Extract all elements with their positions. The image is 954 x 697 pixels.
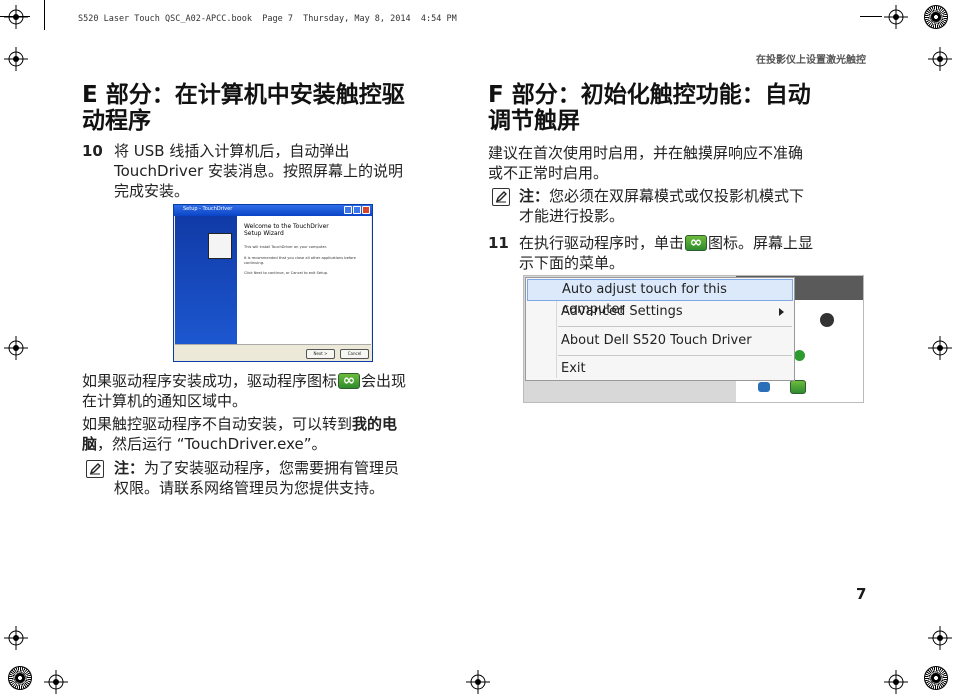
- close-icon: [362, 206, 370, 214]
- menu-separator: [558, 355, 792, 356]
- context-menu-screenshot: Auto adjust touch for this computer Adva…: [523, 275, 864, 403]
- page-number: 7: [856, 585, 867, 603]
- step-11-text: 在执行驱动程序时，单击图标。屏幕上显 示下面的菜单。: [519, 232, 869, 273]
- color-dial-icon: [8, 666, 32, 690]
- registration-mark-icon: [4, 626, 28, 650]
- touch-driver-tray-icon: [790, 380, 806, 394]
- wizard-next-button: Next >: [306, 349, 335, 359]
- right-note: 注：您必须在双屏幕模式或仅投影机模式下 才能进行投影。: [519, 187, 805, 225]
- step-number: 10: [82, 142, 103, 160]
- registration-mark-icon: [928, 626, 952, 650]
- touch-driver-tray-icon: [338, 370, 361, 390]
- section-e-heading: E 部分：在计算机中安装触控驱 动程序: [82, 82, 405, 134]
- check-icon: [794, 350, 805, 361]
- registration-mark-icon: [44, 670, 68, 694]
- touch-driver-tray-icon: [685, 232, 708, 252]
- maximize-icon: [353, 206, 361, 214]
- registration-mark-icon: [4, 47, 28, 71]
- crop-line: [0, 16, 30, 17]
- color-dial-icon: [924, 5, 948, 29]
- section-f-heading: F 部分：初始化触控功能：自动 调节触屏: [488, 82, 811, 134]
- wizard-text: This will install TouchDriver on your co…: [244, 245, 327, 249]
- pencil-note-icon: [492, 188, 510, 206]
- step-10-text: 将 USB 线插入计算机后，自动弹出 TouchDriver 安装消息。按照屏幕…: [114, 142, 403, 200]
- registration-mark-icon: [466, 670, 490, 694]
- monitor-icon: [820, 313, 834, 327]
- print-slug: S520 Laser Touch QSC_A02-APCC.book Page …: [78, 14, 457, 24]
- manual-install-paragraph: 如果触控驱动程序不自动安装，可以转到我的电 脑，然后运行 “TouchDrive…: [82, 415, 398, 453]
- menu-item-advanced-settings[interactable]: Advanced Settings: [527, 301, 793, 323]
- registration-mark-icon: [928, 47, 952, 71]
- wizard-side-panel: [175, 216, 237, 344]
- driver-context-menu: Auto adjust touch for this computer Adva…: [525, 277, 795, 381]
- menu-item-exit[interactable]: Exit: [527, 358, 793, 380]
- wizard-text: It is recommended that you close all oth…: [244, 256, 356, 265]
- menu-separator: [558, 326, 792, 327]
- crop-line: [44, 0, 45, 30]
- registration-mark-icon: [884, 5, 908, 29]
- network-icon: [758, 382, 770, 392]
- crop-line: [860, 16, 882, 17]
- wizard-text: Click Next to continue, or Cancel to exi…: [244, 271, 329, 275]
- installer-icon: [208, 233, 232, 259]
- registration-mark-icon: [884, 670, 908, 694]
- install-success-paragraph: 如果驱动程序安装成功，驱动程序图标会出现 在计算机的通知区域中。: [82, 370, 466, 411]
- running-header: 在投影仪上设置激光触控: [756, 55, 866, 66]
- pencil-note-icon: [86, 460, 104, 478]
- wizard-welcome-heading: Welcome to the TouchDriver Setup Wizard: [244, 223, 329, 237]
- left-note: 注：为了安装驱动程序，您需要拥有管理员 权限。请联系网络管理员为您提供支持。: [114, 459, 400, 497]
- color-dial-icon: [924, 666, 948, 690]
- menu-item-about[interactable]: About Dell S520 Touch Driver: [527, 330, 793, 352]
- minimize-icon: [344, 206, 352, 214]
- wizard-title: Setup - TouchDriver: [183, 206, 233, 212]
- setup-wizard-screenshot: Setup - TouchDriver Welcome to the Touch…: [173, 204, 373, 362]
- wizard-title-bar: Setup - TouchDriver: [174, 205, 372, 216]
- section-f-intro: 建议在首次使用时启用，并在触摸屏响应不准确 或不正常时启用。: [488, 144, 804, 182]
- registration-mark-icon: [4, 5, 28, 29]
- submenu-arrow-icon: [779, 308, 784, 316]
- menu-item-auto-adjust[interactable]: Auto adjust touch for this computer: [527, 279, 793, 317]
- registration-mark-icon: [928, 336, 952, 360]
- wizard-cancel-button: Cancel: [340, 349, 369, 359]
- registration-mark-icon: [4, 336, 28, 360]
- step-number: 11: [488, 234, 509, 252]
